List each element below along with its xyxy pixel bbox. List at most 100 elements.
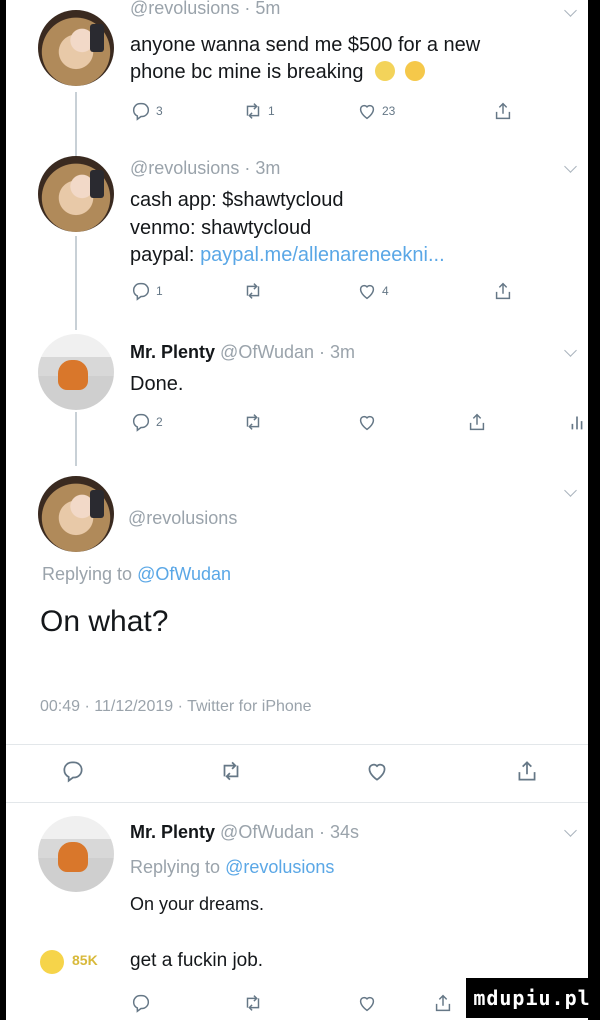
avatar[interactable] <box>38 816 114 892</box>
reply-button[interactable] <box>60 760 86 783</box>
divider <box>6 802 588 803</box>
reply-text: On your dreams. <box>130 894 265 914</box>
share-icon <box>469 413 485 431</box>
replying-to: Replying to @revolusions <box>130 857 334 878</box>
avatar[interactable] <box>38 476 114 552</box>
reply-button[interactable]: 3 <box>130 100 163 122</box>
like-button[interactable] <box>356 411 378 433</box>
tweet-author[interactable]: Mr. Plenty @OfWudan · 34s <box>130 822 359 843</box>
like-button[interactable] <box>356 992 378 1014</box>
tweet-timestamp: 00:49 · 11/12/2019 · <box>40 698 188 715</box>
heart-icon <box>359 104 375 120</box>
smiley-emoji-icon <box>40 950 64 974</box>
author-name: Mr. Plenty <box>130 822 216 842</box>
tweet-text: paypal: paypal.me/allenareneekni... <box>130 243 445 268</box>
chevron-down-icon[interactable] <box>564 160 577 173</box>
author-name: Mr. Plenty <box>130 342 216 362</box>
tweet-author[interactable]: Mr. Plenty @OfWudan · 3m <box>130 342 355 363</box>
retweet-button[interactable]: 1 <box>242 100 275 122</box>
chevron-down-icon[interactable] <box>564 824 577 837</box>
thread-line <box>75 236 77 330</box>
retweet-icon <box>246 103 260 119</box>
reply-icon <box>132 102 150 121</box>
author-handle: @OfWudan · 3m <box>220 342 356 362</box>
divider <box>6 744 588 745</box>
tweet-handle[interactable]: @revolusions · 3m <box>130 158 280 179</box>
like-button[interactable]: 4 <box>356 280 389 302</box>
crying-emoji-icon <box>404 61 425 81</box>
replying-to-link[interactable]: @OfWudan <box>137 564 231 584</box>
tweet-text: phone bc mine is breaking <box>130 60 425 85</box>
author-handle: @OfWudan · 34s <box>220 822 360 842</box>
replying-prefix: Replying to <box>130 857 221 877</box>
share-button[interactable] <box>492 100 514 122</box>
focus-handle[interactable]: @revolusions <box>128 508 237 529</box>
analytics-button[interactable] <box>566 411 588 433</box>
tweet-client[interactable]: Twitter for iPhone <box>187 698 312 715</box>
replying-to-link[interactable]: @revolusions <box>225 857 334 877</box>
chevron-down-icon[interactable] <box>564 484 577 497</box>
retweet-icon <box>246 283 260 299</box>
tweet-text: venmo: shawtycloud <box>130 217 312 239</box>
share-button[interactable] <box>492 280 514 302</box>
retweet-button[interactable] <box>242 992 264 1014</box>
reply-button[interactable]: 2 <box>130 411 163 433</box>
avatar[interactable] <box>38 156 114 232</box>
reply-count: 3 <box>156 104 163 118</box>
like-button[interactable] <box>364 760 390 782</box>
reply-count: 2 <box>156 415 163 429</box>
reply-icon <box>63 761 83 783</box>
like-count: 23 <box>382 104 396 118</box>
reply-icon <box>132 282 150 301</box>
thread-line <box>75 412 77 466</box>
thread-line <box>75 92 77 158</box>
retweet-button[interactable] <box>218 760 244 782</box>
heart-icon <box>368 763 386 781</box>
share-button[interactable] <box>514 760 540 782</box>
replying-prefix: Replying to <box>42 564 133 584</box>
share-button[interactable] <box>466 411 488 433</box>
retweet-icon <box>246 995 260 1011</box>
tweet-text-line: phone bc mine is breaking <box>130 61 364 83</box>
heart-icon <box>359 415 375 431</box>
avatar[interactable] <box>38 10 114 86</box>
share-icon <box>495 102 511 120</box>
reply-icon <box>132 413 150 432</box>
reply-button[interactable]: 1 <box>130 280 163 302</box>
reply-button[interactable] <box>130 992 152 1014</box>
comment-likes: 85K <box>72 952 98 968</box>
share-button[interactable] <box>432 992 454 1014</box>
paypal-label: paypal: <box>130 244 195 266</box>
tweet-text: Done. <box>130 373 184 395</box>
focus-tweet-text: On what? <box>40 605 169 638</box>
heart-icon <box>359 996 375 1012</box>
chevron-down-icon[interactable] <box>564 344 577 357</box>
share-icon <box>495 282 511 300</box>
share-icon <box>435 994 451 1012</box>
replying-to: Replying to @OfWudan <box>42 564 231 585</box>
retweet-icon <box>246 414 260 430</box>
clown-emoji-icon <box>375 61 396 81</box>
reply-count: 1 <box>156 284 163 298</box>
screen: @revolusions · 5m anyone wanna send me $… <box>6 0 588 1020</box>
analytics-icon <box>571 416 583 430</box>
retweet-icon <box>223 761 239 781</box>
comment-text: get a fuckin job. <box>130 950 264 971</box>
chevron-down-icon[interactable] <box>564 4 577 17</box>
reply-icon <box>132 994 150 1013</box>
paypal-link[interactable]: paypal.me/allenareneekni... <box>200 244 445 266</box>
tweet-text: anyone wanna send me $500 for a new <box>130 34 481 56</box>
like-count: 4 <box>382 284 389 298</box>
like-button[interactable]: 23 <box>356 100 395 122</box>
watermark: mdupiu.pl <box>466 978 598 1018</box>
tweet-meta: 00:49 · 11/12/2019 · Twitter for iPhone <box>40 698 312 716</box>
retweet-count: 1 <box>268 104 275 118</box>
avatar[interactable] <box>38 334 114 410</box>
heart-icon <box>359 284 375 300</box>
tweet-text: cash app: $shawtycloud <box>130 189 344 211</box>
watermark-text: mdupiu.pl <box>473 986 591 1010</box>
retweet-button[interactable] <box>242 411 264 433</box>
tweet-handle[interactable]: @revolusions · 5m <box>130 0 280 19</box>
retweet-button[interactable] <box>242 280 264 302</box>
share-icon <box>518 761 536 781</box>
